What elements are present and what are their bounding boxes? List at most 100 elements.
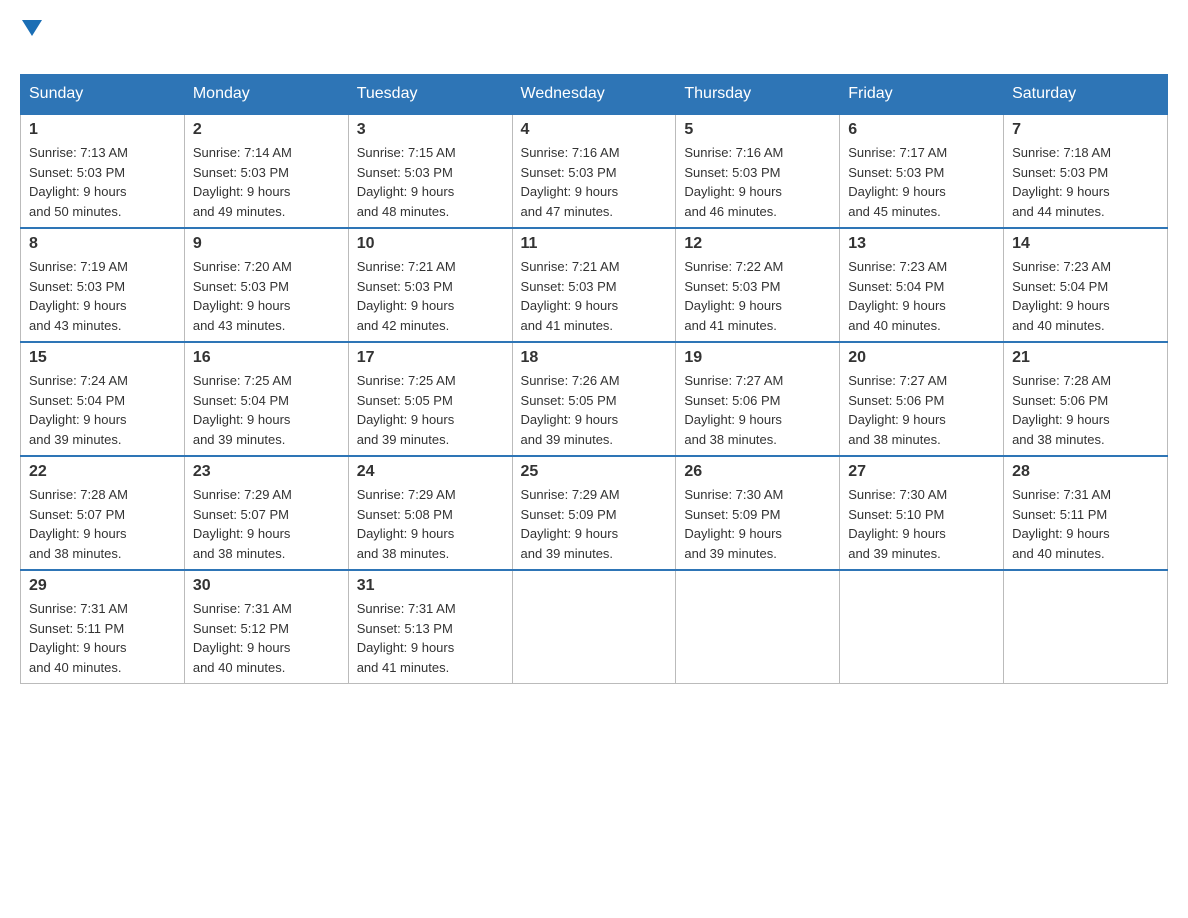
col-tuesday: Tuesday [348,75,512,115]
day-number: 31 [357,577,504,595]
col-saturday: Saturday [1004,75,1168,115]
day-number: 25 [521,463,668,481]
day-info: Sunrise: 7:30 AMSunset: 5:10 PMDaylight:… [848,485,995,563]
calendar-cell: 5 Sunrise: 7:16 AMSunset: 5:03 PMDayligh… [676,114,840,228]
day-number: 26 [684,463,831,481]
day-number: 23 [193,463,340,481]
day-info: Sunrise: 7:17 AMSunset: 5:03 PMDaylight:… [848,143,995,221]
week-row-1: 1 Sunrise: 7:13 AMSunset: 5:03 PMDayligh… [21,114,1168,228]
day-info: Sunrise: 7:16 AMSunset: 5:03 PMDaylight:… [521,143,668,221]
day-info: Sunrise: 7:26 AMSunset: 5:05 PMDaylight:… [521,371,668,449]
calendar-cell: 28 Sunrise: 7:31 AMSunset: 5:11 PMDaylig… [1004,456,1168,570]
day-number: 12 [684,235,831,253]
day-number: 29 [29,577,176,595]
day-number: 28 [1012,463,1159,481]
day-number: 27 [848,463,995,481]
col-wednesday: Wednesday [512,75,676,115]
calendar-cell: 7 Sunrise: 7:18 AMSunset: 5:03 PMDayligh… [1004,114,1168,228]
day-number: 11 [521,235,668,253]
calendar-cell [512,570,676,684]
calendar-cell [840,570,1004,684]
day-info: Sunrise: 7:18 AMSunset: 5:03 PMDaylight:… [1012,143,1159,221]
day-number: 7 [1012,121,1159,139]
week-row-5: 29 Sunrise: 7:31 AMSunset: 5:11 PMDaylig… [21,570,1168,684]
day-info: Sunrise: 7:31 AMSunset: 5:11 PMDaylight:… [29,599,176,677]
day-info: Sunrise: 7:15 AMSunset: 5:03 PMDaylight:… [357,143,504,221]
day-number: 21 [1012,349,1159,367]
day-number: 8 [29,235,176,253]
day-info: Sunrise: 7:28 AMSunset: 5:07 PMDaylight:… [29,485,176,563]
calendar-cell: 20 Sunrise: 7:27 AMSunset: 5:06 PMDaylig… [840,342,1004,456]
day-info: Sunrise: 7:13 AMSunset: 5:03 PMDaylight:… [29,143,176,221]
calendar-cell: 11 Sunrise: 7:21 AMSunset: 5:03 PMDaylig… [512,228,676,342]
calendar-cell: 2 Sunrise: 7:14 AMSunset: 5:03 PMDayligh… [184,114,348,228]
calendar-cell: 17 Sunrise: 7:25 AMSunset: 5:05 PMDaylig… [348,342,512,456]
page-header [20,20,1168,58]
calendar-cell [676,570,840,684]
day-number: 9 [193,235,340,253]
calendar-cell: 6 Sunrise: 7:17 AMSunset: 5:03 PMDayligh… [840,114,1004,228]
calendar-cell: 30 Sunrise: 7:31 AMSunset: 5:12 PMDaylig… [184,570,348,684]
day-info: Sunrise: 7:14 AMSunset: 5:03 PMDaylight:… [193,143,340,221]
day-info: Sunrise: 7:27 AMSunset: 5:06 PMDaylight:… [848,371,995,449]
calendar-cell: 1 Sunrise: 7:13 AMSunset: 5:03 PMDayligh… [21,114,185,228]
day-info: Sunrise: 7:24 AMSunset: 5:04 PMDaylight:… [29,371,176,449]
calendar-cell: 19 Sunrise: 7:27 AMSunset: 5:06 PMDaylig… [676,342,840,456]
calendar-cell: 24 Sunrise: 7:29 AMSunset: 5:08 PMDaylig… [348,456,512,570]
day-info: Sunrise: 7:20 AMSunset: 5:03 PMDaylight:… [193,257,340,335]
col-sunday: Sunday [21,75,185,115]
logo [20,20,44,58]
calendar-cell: 14 Sunrise: 7:23 AMSunset: 5:04 PMDaylig… [1004,228,1168,342]
calendar-cell: 8 Sunrise: 7:19 AMSunset: 5:03 PMDayligh… [21,228,185,342]
week-row-3: 15 Sunrise: 7:24 AMSunset: 5:04 PMDaylig… [21,342,1168,456]
day-number: 13 [848,235,995,253]
col-friday: Friday [840,75,1004,115]
day-info: Sunrise: 7:28 AMSunset: 5:06 PMDaylight:… [1012,371,1159,449]
calendar-table: Sunday Monday Tuesday Wednesday Thursday… [20,74,1168,684]
day-number: 22 [29,463,176,481]
day-number: 24 [357,463,504,481]
calendar-cell: 18 Sunrise: 7:26 AMSunset: 5:05 PMDaylig… [512,342,676,456]
day-info: Sunrise: 7:23 AMSunset: 5:04 PMDaylight:… [848,257,995,335]
day-info: Sunrise: 7:31 AMSunset: 5:13 PMDaylight:… [357,599,504,677]
calendar-cell: 9 Sunrise: 7:20 AMSunset: 5:03 PMDayligh… [184,228,348,342]
calendar-cell: 23 Sunrise: 7:29 AMSunset: 5:07 PMDaylig… [184,456,348,570]
calendar-cell: 13 Sunrise: 7:23 AMSunset: 5:04 PMDaylig… [840,228,1004,342]
day-info: Sunrise: 7:19 AMSunset: 5:03 PMDaylight:… [29,257,176,335]
day-number: 15 [29,349,176,367]
col-thursday: Thursday [676,75,840,115]
day-number: 4 [521,121,668,139]
day-number: 19 [684,349,831,367]
calendar-cell: 31 Sunrise: 7:31 AMSunset: 5:13 PMDaylig… [348,570,512,684]
day-info: Sunrise: 7:31 AMSunset: 5:12 PMDaylight:… [193,599,340,677]
day-number: 30 [193,577,340,595]
day-info: Sunrise: 7:29 AMSunset: 5:07 PMDaylight:… [193,485,340,563]
day-info: Sunrise: 7:25 AMSunset: 5:04 PMDaylight:… [193,371,340,449]
day-info: Sunrise: 7:29 AMSunset: 5:08 PMDaylight:… [357,485,504,563]
logo-arrow-icon [22,20,42,36]
day-info: Sunrise: 7:25 AMSunset: 5:05 PMDaylight:… [357,371,504,449]
calendar-cell: 26 Sunrise: 7:30 AMSunset: 5:09 PMDaylig… [676,456,840,570]
calendar-cell: 21 Sunrise: 7:28 AMSunset: 5:06 PMDaylig… [1004,342,1168,456]
day-info: Sunrise: 7:21 AMSunset: 5:03 PMDaylight:… [357,257,504,335]
day-number: 10 [357,235,504,253]
calendar-cell: 12 Sunrise: 7:22 AMSunset: 5:03 PMDaylig… [676,228,840,342]
col-monday: Monday [184,75,348,115]
day-info: Sunrise: 7:16 AMSunset: 5:03 PMDaylight:… [684,143,831,221]
day-number: 17 [357,349,504,367]
calendar-cell: 4 Sunrise: 7:16 AMSunset: 5:03 PMDayligh… [512,114,676,228]
day-number: 2 [193,121,340,139]
calendar-cell: 25 Sunrise: 7:29 AMSunset: 5:09 PMDaylig… [512,456,676,570]
calendar-cell: 22 Sunrise: 7:28 AMSunset: 5:07 PMDaylig… [21,456,185,570]
calendar-cell: 16 Sunrise: 7:25 AMSunset: 5:04 PMDaylig… [184,342,348,456]
day-number: 18 [521,349,668,367]
day-number: 1 [29,121,176,139]
day-info: Sunrise: 7:30 AMSunset: 5:09 PMDaylight:… [684,485,831,563]
day-number: 20 [848,349,995,367]
week-row-4: 22 Sunrise: 7:28 AMSunset: 5:07 PMDaylig… [21,456,1168,570]
calendar-cell: 15 Sunrise: 7:24 AMSunset: 5:04 PMDaylig… [21,342,185,456]
day-number: 3 [357,121,504,139]
day-info: Sunrise: 7:23 AMSunset: 5:04 PMDaylight:… [1012,257,1159,335]
day-info: Sunrise: 7:29 AMSunset: 5:09 PMDaylight:… [521,485,668,563]
calendar-cell: 29 Sunrise: 7:31 AMSunset: 5:11 PMDaylig… [21,570,185,684]
